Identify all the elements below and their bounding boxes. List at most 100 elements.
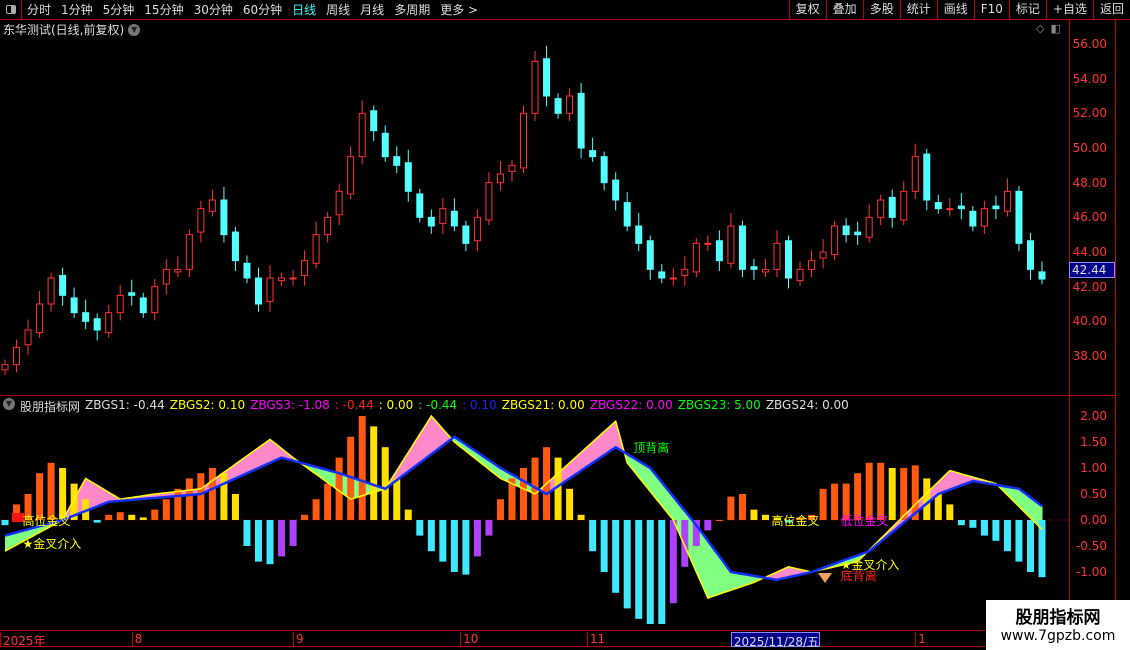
- candle: [358, 100, 366, 165]
- candle: [508, 160, 516, 182]
- histogram-bar: [923, 478, 931, 520]
- price-tick: 44.00: [1072, 245, 1107, 259]
- candle: [496, 161, 504, 191]
- histogram-bar: [243, 520, 251, 546]
- histogram-bar: [220, 473, 228, 520]
- candle: [347, 146, 355, 200]
- candle: [416, 188, 424, 223]
- histogram-bar: [646, 520, 654, 624]
- price-tick: 38.00: [1072, 349, 1107, 363]
- candle: [473, 209, 481, 252]
- histogram-bar: [312, 499, 320, 520]
- histogram-bar: [185, 478, 193, 520]
- signal-label: 顶背离: [633, 441, 670, 456]
- candle: [162, 258, 170, 295]
- histogram-bar: [658, 520, 666, 624]
- histogram-bar: [520, 468, 527, 520]
- indicator-value: : 0.00: [378, 398, 414, 412]
- price-chart[interactable]: [0, 0, 1069, 630]
- candle: [785, 235, 793, 289]
- indicator-tick: -0.50: [1075, 539, 1107, 553]
- histogram-bar: [1, 520, 9, 526]
- time-axis: 2025年 8 9 10 11 2025/11/28/五 1: [0, 630, 1115, 649]
- histogram-bar: [105, 514, 113, 520]
- candle: [1026, 232, 1034, 280]
- indicator-value: : -0.44: [334, 398, 374, 412]
- candle: [47, 272, 55, 312]
- candle: [520, 105, 527, 174]
- candle: [589, 137, 597, 162]
- histogram-bar: [439, 520, 447, 562]
- indicator-value: ZBGS24: 0.00: [765, 398, 849, 412]
- price-tick: 50.00: [1072, 141, 1107, 155]
- candle: [289, 270, 297, 286]
- candle: [1, 359, 9, 376]
- candle: [831, 220, 839, 260]
- histogram-bar: [116, 512, 124, 520]
- diamond-signal-icon: [818, 573, 832, 583]
- histogram-bar: [681, 520, 689, 567]
- histogram-bar: [738, 494, 746, 520]
- candle: [312, 221, 320, 269]
- candle: [969, 206, 977, 232]
- candle: [612, 172, 620, 211]
- candle: [151, 278, 159, 321]
- histogram-bar: [727, 496, 735, 520]
- price-tick: 48.00: [1072, 175, 1107, 190]
- histogram-bar: [819, 488, 827, 520]
- histogram-bar: [462, 520, 470, 575]
- price-tick: 40.00: [1072, 314, 1107, 329]
- histogram-bar: [623, 520, 631, 609]
- candle: [704, 235, 712, 252]
- histogram-bar: [566, 488, 574, 520]
- histogram-bar: [416, 520, 424, 536]
- histogram-bar: [139, 517, 147, 520]
- signal-label: 高位金叉: [771, 514, 820, 528]
- candle: [1003, 178, 1011, 217]
- candle: [220, 187, 228, 243]
- signal-label: ★金叉介入: [22, 537, 82, 552]
- candle: [911, 143, 919, 200]
- histogram-bar: [473, 520, 481, 557]
- candle: [566, 88, 574, 122]
- toolbar-button[interactable]: 返回: [1092, 0, 1130, 20]
- candle: [554, 93, 562, 119]
- candle: [658, 264, 666, 284]
- watermark-url: www.7gpzb.com: [1000, 628, 1116, 644]
- histogram-bar: [301, 514, 309, 520]
- candle: [128, 279, 136, 306]
- histogram-bar: [957, 520, 965, 526]
- candle: [335, 183, 343, 226]
- candle: [24, 319, 32, 356]
- candle: [796, 261, 804, 286]
- indicator-axis: 2.00 1.50 1.00 0.50 0.00 -0.50 -1.00: [1069, 396, 1115, 630]
- candle: [82, 299, 90, 330]
- indicator-tick: 0.00: [1080, 513, 1107, 527]
- histogram-bar: [266, 520, 274, 565]
- signal-label: 底背离: [840, 568, 877, 583]
- price-axis: 56.00 54.00 52.00 50.00 48.00 46.00 44.00 42.00…: [1069, 20, 1115, 395]
- indicator-tick: 1.00: [1080, 461, 1107, 475]
- candle: [13, 339, 21, 373]
- candle: [957, 193, 965, 220]
- candle: [278, 272, 286, 286]
- candle: [462, 220, 470, 252]
- histogram-bar: [278, 520, 286, 557]
- histogram-bar: [93, 520, 101, 523]
- histogram-bar: [404, 509, 412, 520]
- price-tick: 46.00: [1072, 210, 1107, 225]
- indicator-tick: 2.00: [1080, 409, 1107, 423]
- histogram-bar: [635, 520, 643, 619]
- histogram-bar: [289, 520, 297, 546]
- histogram-bar: [761, 514, 769, 520]
- chevron-down-icon[interactable]: ▼: [3, 398, 15, 410]
- candle: [243, 255, 251, 284]
- histogram-bar: [496, 499, 504, 520]
- indicator-tick: 1.50: [1080, 435, 1107, 449]
- candle: [946, 198, 954, 217]
- indicator-value: ZBGS22: 0.00: [589, 398, 673, 412]
- candle: [600, 151, 608, 191]
- histogram-bar: [900, 468, 908, 520]
- time-label: 2025/11/28/五: [730, 632, 821, 649]
- histogram-bar: [151, 509, 159, 520]
